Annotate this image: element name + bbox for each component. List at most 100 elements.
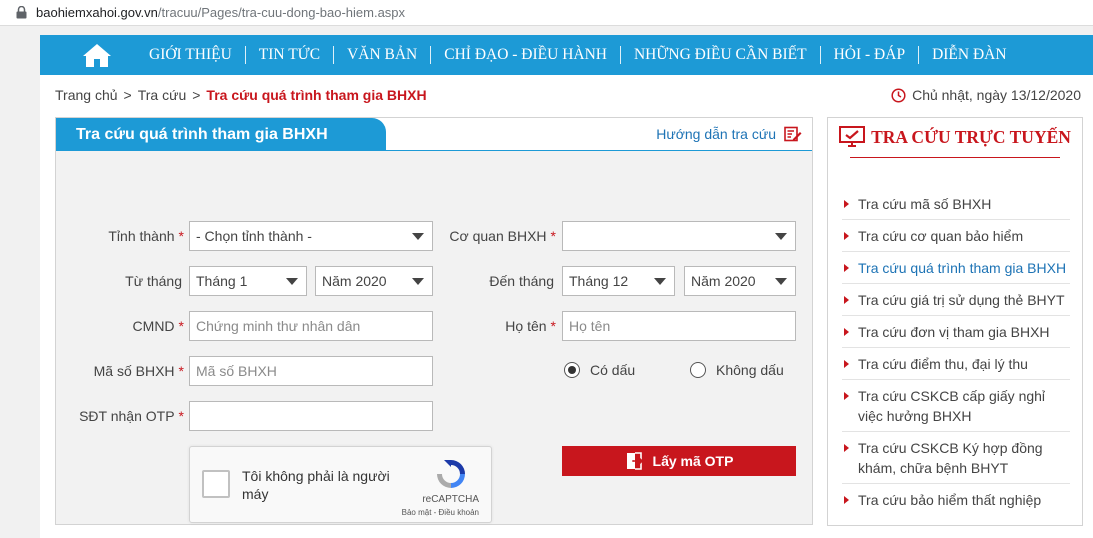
- required-mark: *: [550, 318, 556, 334]
- breadcrumb-current: Tra cứu quá trình tham gia BHXH: [206, 87, 427, 103]
- chevron-down-icon: [775, 278, 787, 285]
- name-label-text: Họ tên: [505, 318, 547, 334]
- required-mark: *: [178, 408, 184, 424]
- to-year-select[interactable]: Năm 2020: [684, 266, 796, 296]
- radio-accent[interactable]: Có dấu: [564, 362, 635, 378]
- breadcrumb-home[interactable]: Trang chủ: [55, 87, 118, 103]
- required-mark: *: [178, 228, 184, 244]
- province-select[interactable]: - Chọn tỉnh thành -: [189, 221, 433, 251]
- page: GIỚI THIỆU TIN TỨC VĂN BẢN CHỈ ĐẠO - ĐIỀ…: [40, 35, 1093, 538]
- sidebar-divider: [842, 379, 1070, 380]
- current-date: Chủ nhật, ngày 13/12/2020: [891, 87, 1081, 103]
- agency-select[interactable]: [562, 221, 796, 251]
- sidebar-item-qua-trinh-tham-gia[interactable]: Tra cứu quá trình tham gia BHXH: [842, 258, 1070, 278]
- monitor-check-icon: [839, 126, 866, 148]
- sidebar-title-underline: [850, 157, 1060, 158]
- chevron-down-icon: [412, 278, 424, 285]
- sidebar-list: Tra cứu mã số BHXH Tra cứu cơ quan bảo h…: [842, 194, 1070, 510]
- nav-item-hoi-dap[interactable]: HỎI - ĐÁP: [821, 46, 918, 64]
- id-label: CMND *: [76, 318, 184, 334]
- guide-link[interactable]: Hướng dẫn tra cứu: [656, 126, 802, 142]
- nav-item-tin-tuc[interactable]: TIN TỨC: [246, 46, 333, 64]
- sidebar-item-the-bhyt[interactable]: Tra cứu giá trị sử dụng thẻ BHYT: [842, 290, 1070, 310]
- from-month-label: Từ tháng: [125, 273, 182, 289]
- sidebar-divider: [842, 283, 1070, 284]
- chevron-down-icon: [775, 233, 787, 240]
- sidebar-divider: [842, 347, 1070, 348]
- from-month-select[interactable]: Tháng 1: [189, 266, 307, 296]
- sidebar-item-cskcb-giay-nghi[interactable]: Tra cứu CSKCB cấp giấy nghỉ việc hưởng B…: [842, 386, 1070, 426]
- sidebar-item-diem-thu[interactable]: Tra cứu điểm thu, đại lý thu: [842, 354, 1070, 374]
- to-month-select[interactable]: Tháng 12: [562, 266, 675, 296]
- edit-note-icon: [784, 126, 802, 142]
- recaptcha-brand: reCAPTCHA: [422, 494, 479, 505]
- radio-accent-label: Có dấu: [590, 362, 636, 378]
- breadcrumb-separator: >: [192, 87, 201, 103]
- panel-header: Tra cứu quá trình tham gia BHXH Hướng dẫ…: [56, 118, 812, 151]
- phone-label-text: SĐT nhận OTP: [79, 408, 175, 424]
- breadcrumb-separator: >: [123, 87, 132, 103]
- sidebar-divider: [842, 219, 1070, 220]
- province-label: Tỉnh thành *: [76, 228, 184, 244]
- home-icon[interactable]: [70, 35, 124, 75]
- guide-link-label: Hướng dẫn tra cứu: [656, 126, 776, 142]
- from-month-value: Tháng 1: [196, 273, 248, 289]
- radio-button-checked: [564, 362, 580, 378]
- to-month-value: Tháng 12: [569, 273, 629, 289]
- recaptcha-text: Tôi không phải là người máy: [242, 468, 390, 502]
- phone-label: SĐT nhận OTP *: [66, 408, 184, 424]
- nav-item-nhung-dieu-can-biet[interactable]: NHỮNG ĐIỀU CẦN BIẾT: [621, 46, 820, 64]
- browser-address-bar[interactable]: baohiemxahoi.gov.vn /tracuu/Pages/tra-cu…: [0, 0, 1093, 26]
- nav-items: GIỚI THIỆU TIN TỨC VĂN BẢN CHỈ ĐẠO - ĐIỀ…: [136, 46, 1020, 64]
- radio-button-unchecked: [690, 362, 706, 378]
- sidebar-item-co-quan-bao-hiem[interactable]: Tra cứu cơ quan bảo hiểm: [842, 226, 1070, 246]
- ssn-label: Mã số BHXH *: [76, 363, 184, 379]
- nav-item-chi-dao-dieu-hanh[interactable]: CHỈ ĐẠO - ĐIỀU HÀNH: [431, 46, 620, 64]
- name-input[interactable]: Họ tên: [562, 311, 796, 341]
- lock-icon: [14, 6, 28, 20]
- panel-title: Tra cứu quá trình tham gia BHXH: [56, 118, 386, 151]
- date-text: Chủ nhật, ngày 13/12/2020: [912, 87, 1081, 103]
- sidebar-item-that-nghiep[interactable]: Tra cứu bảo hiểm thất nghiệp: [842, 490, 1070, 510]
- from-year-value: Năm 2020: [322, 273, 387, 289]
- get-otp-button[interactable]: Lấy mã OTP: [562, 446, 796, 476]
- id-input[interactable]: Chứng minh thư nhân dân: [189, 311, 433, 341]
- breadcrumb: Trang chủ > Tra cứu > Tra cứu quá trình …: [55, 87, 427, 103]
- ssn-input[interactable]: Mã số BHXH: [189, 356, 433, 386]
- nav-item-dien-dan[interactable]: DIỄN ĐÀN: [919, 46, 1019, 64]
- chevron-down-icon: [286, 278, 298, 285]
- sidebar-item-cskcb-hop-dong[interactable]: Tra cứu CSKCB Ký hợp đồng khám, chữa bện…: [842, 438, 1070, 478]
- agency-label-text: Cơ quan BHXH: [449, 228, 547, 244]
- sidebar-item-ma-so-bhxh[interactable]: Tra cứu mã số BHXH: [842, 194, 1070, 214]
- phone-input[interactable]: [189, 401, 433, 431]
- recaptcha-checkbox[interactable]: [202, 470, 230, 498]
- sidebar-divider: [842, 251, 1070, 252]
- ssn-label-text: Mã số BHXH: [93, 363, 175, 379]
- sidebar-item-don-vi-tham-gia[interactable]: Tra cứu đơn vị tham gia BHXH: [842, 322, 1070, 342]
- clock-icon: [891, 87, 906, 103]
- from-year-select[interactable]: Năm 2020: [315, 266, 433, 296]
- url-domain: baohiemxahoi.gov.vn: [36, 5, 158, 20]
- province-label-text: Tỉnh thành: [108, 228, 175, 244]
- required-mark: *: [178, 318, 184, 334]
- to-year-value: Năm 2020: [691, 273, 756, 289]
- door-exit-icon: [625, 451, 645, 471]
- sidebar-title: TRA CỨU TRỰC TUYẾN: [828, 126, 1082, 148]
- to-month-label: Đến tháng: [489, 273, 554, 289]
- recaptcha-privacy-links[interactable]: Bảo mật - Điều khoản: [402, 508, 479, 517]
- url-path: /tracuu/Pages/tra-cuu-dong-bao-hiem.aspx: [157, 5, 406, 20]
- province-select-value: - Chọn tỉnh thành -: [196, 228, 312, 244]
- name-label: Họ tên *: [436, 318, 556, 334]
- lookup-form-panel: Tra cứu quá trình tham gia BHXH Hướng dẫ…: [55, 117, 813, 525]
- sidebar-divider: [842, 315, 1070, 316]
- breadcrumb-section[interactable]: Tra cứu: [138, 87, 187, 103]
- radio-no-accent[interactable]: Không dấu: [690, 362, 784, 378]
- nav-item-van-ban[interactable]: VĂN BẢN: [334, 46, 430, 64]
- sidebar-title-text: TRA CỨU TRỰC TUYẾN: [871, 126, 1071, 147]
- recaptcha-widget: Tôi không phải là người máy reCAPTCHA Bả…: [189, 446, 492, 523]
- chevron-down-icon: [412, 233, 424, 240]
- nav-item-gioi-thieu[interactable]: GIỚI THIỆU: [136, 46, 245, 64]
- main-nav: GIỚI THIỆU TIN TỨC VĂN BẢN CHỈ ĐẠO - ĐIỀ…: [40, 35, 1093, 75]
- agency-label: Cơ quan BHXH *: [436, 228, 556, 244]
- required-mark: *: [178, 363, 184, 379]
